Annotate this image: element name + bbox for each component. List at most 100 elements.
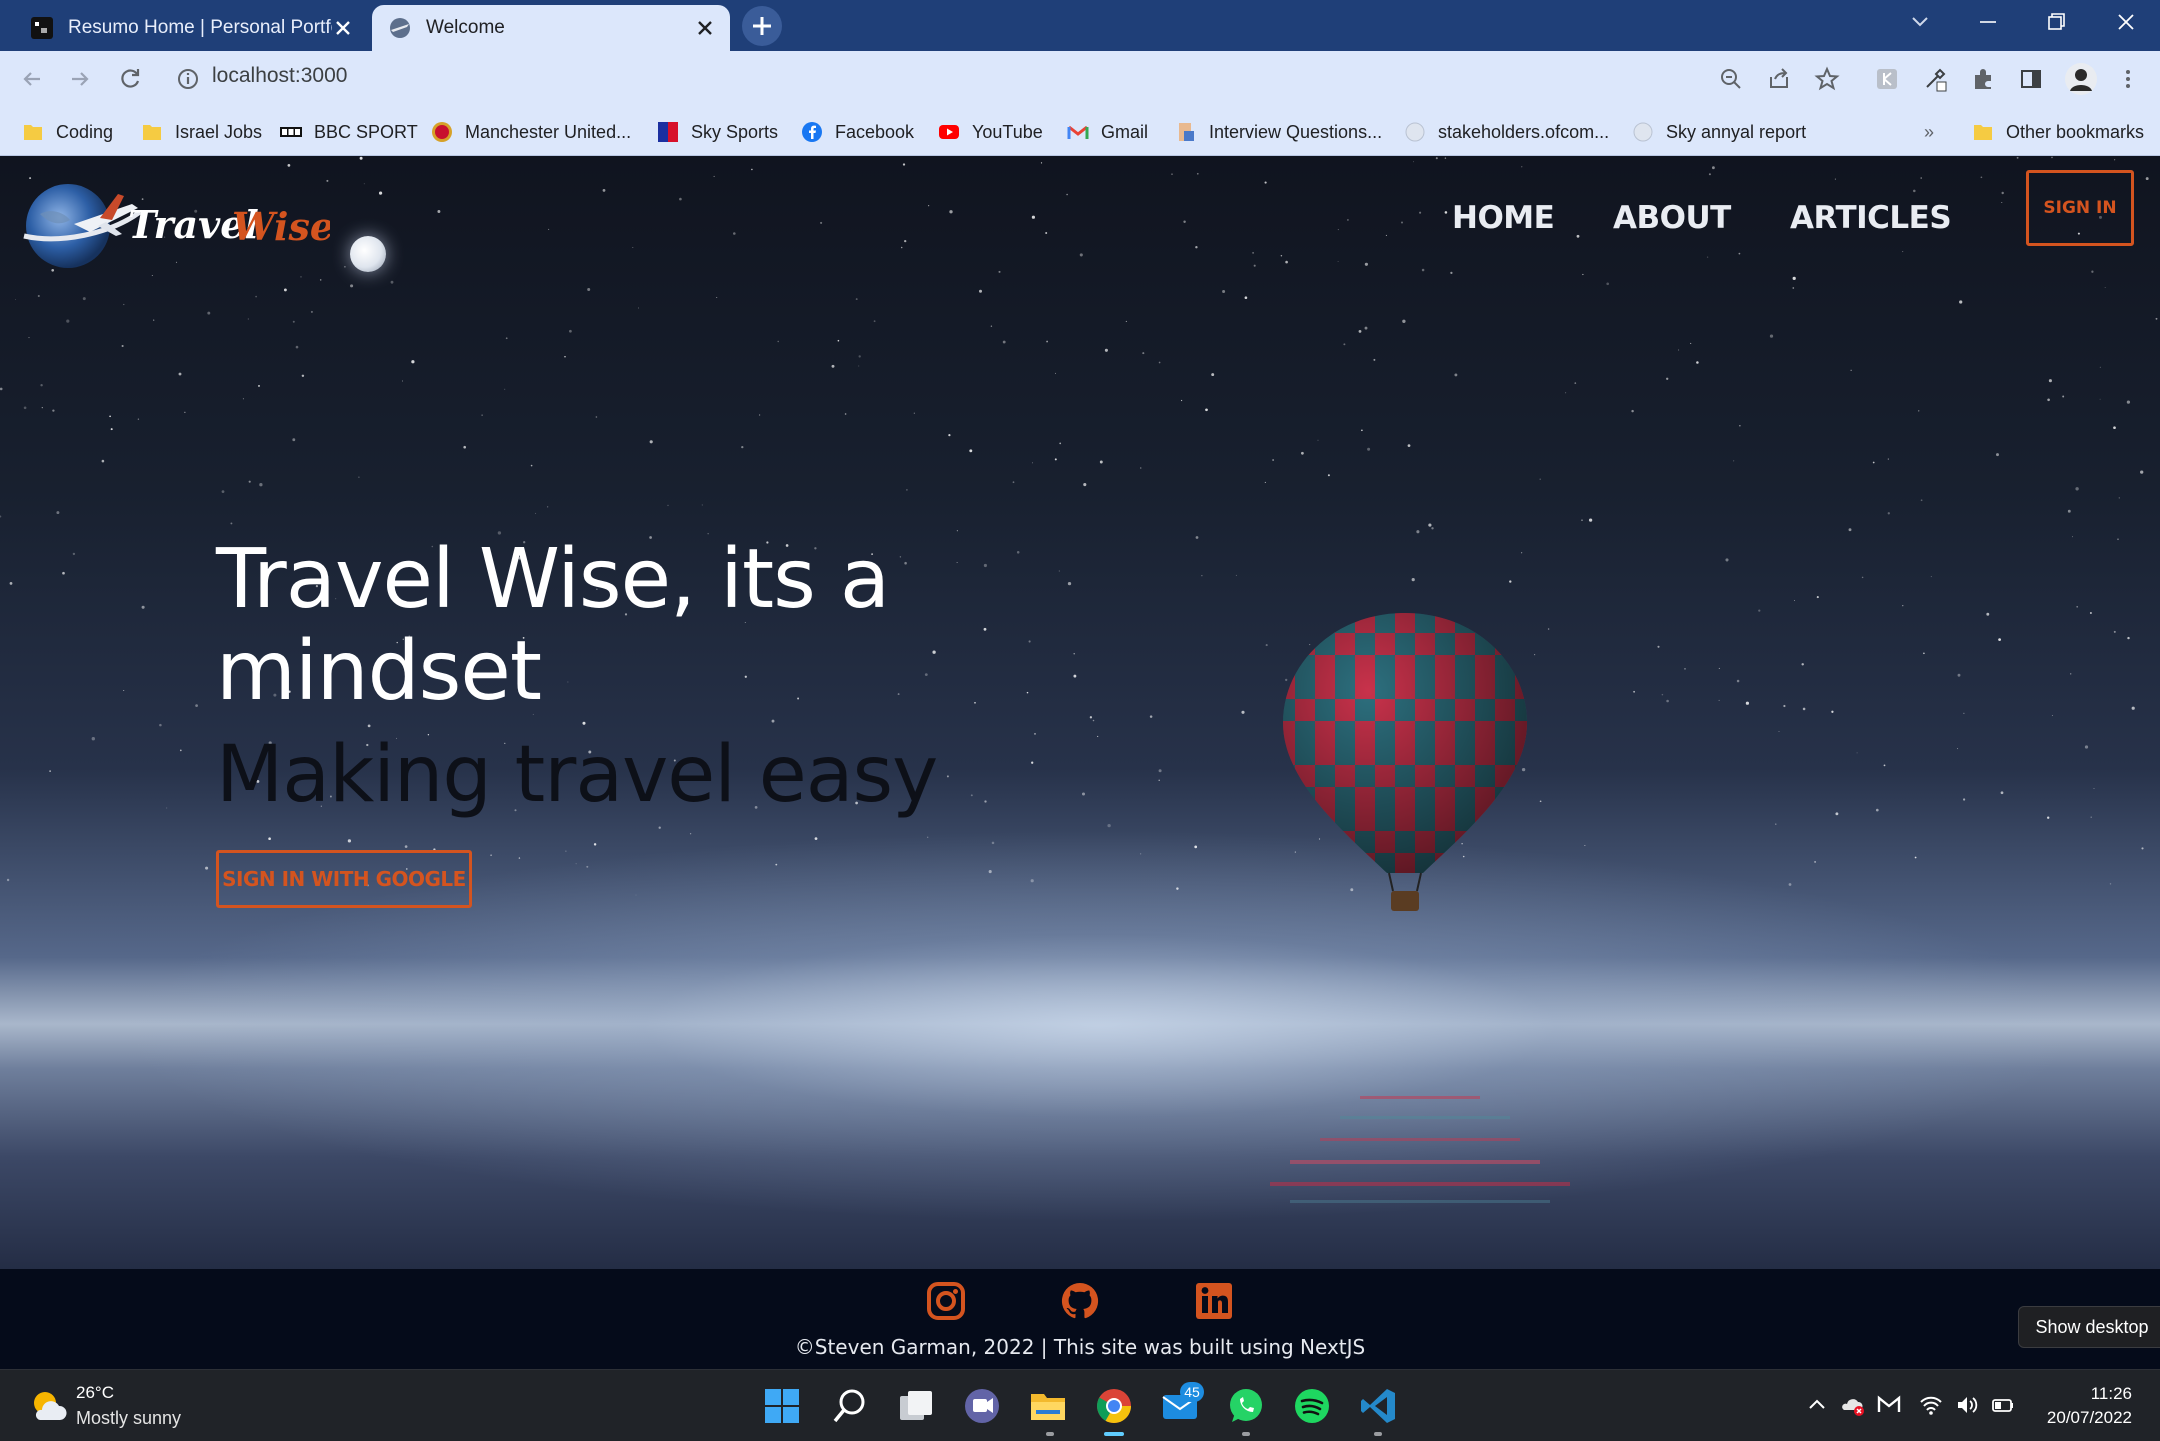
search-icon[interactable] <box>830 1386 870 1426</box>
bookmark-sky-annual-report[interactable]: Sky annyal report <box>1632 119 1806 145</box>
chrome-icon[interactable] <box>1094 1386 1134 1426</box>
globe-plane-logo-icon: Travel Wise <box>23 184 330 268</box>
task-view-icon[interactable] <box>896 1386 936 1426</box>
close-tab-icon[interactable] <box>694 17 716 39</box>
tab-resumo[interactable]: Resumo Home | Personal Portfoli <box>14 5 368 51</box>
star <box>924 673 928 676</box>
back-icon[interactable] <box>18 65 46 93</box>
star <box>949 210 953 214</box>
weather-temperature[interactable]: 26°C <box>76 1383 114 1403</box>
star <box>463 445 466 449</box>
star <box>649 440 653 444</box>
vscode-icon[interactable] <box>1358 1386 1398 1426</box>
windows-start-icon[interactable] <box>762 1386 802 1426</box>
tab-welcome[interactable]: Welcome <box>372 5 730 51</box>
zoom-icon[interactable] <box>1717 65 1745 93</box>
star <box>1631 409 1634 413</box>
bookmark-youtube[interactable]: YouTube <box>938 119 1043 145</box>
address-bar[interactable]: localhost:3000 <box>212 64 347 88</box>
star <box>1265 644 1268 647</box>
nav-home[interactable]: HOME <box>1452 200 1555 236</box>
star <box>504 388 506 390</box>
bookmark-coding[interactable]: Coding <box>22 119 113 145</box>
sign-in-with-google-button[interactable]: SIGN IN WITH GOOGLE <box>216 850 472 908</box>
nav-about[interactable]: ABOUT <box>1613 200 1731 236</box>
balloon-panel <box>1515 831 1527 853</box>
whatsapp-icon[interactable] <box>1226 1386 1266 1426</box>
more-bookmarks-button[interactable]: » <box>1924 119 1934 145</box>
youtube-icon <box>939 125 959 139</box>
balloon-panel <box>1283 787 1295 809</box>
star <box>751 168 753 171</box>
show-hidden-icons-icon[interactable] <box>1804 1392 1830 1418</box>
star <box>1083 483 1087 487</box>
star <box>1176 887 1179 890</box>
bookmark-label: YouTube <box>972 121 1043 142</box>
browser-menu-icon[interactable] <box>2114 65 2142 93</box>
star <box>1962 798 1966 801</box>
bookmark-gmail[interactable]: Gmail <box>1067 119 1148 145</box>
bookmark-israel-jobs[interactable]: Israel Jobs <box>141 119 262 145</box>
teams-chat-icon[interactable] <box>962 1386 1002 1426</box>
star <box>1222 290 1226 293</box>
minimize-icon[interactable] <box>1958 0 2018 46</box>
instagram-icon[interactable] <box>926 1281 966 1321</box>
balloon-panel <box>1315 831 1335 853</box>
tab-search-icon[interactable] <box>1890 0 1950 46</box>
travelwise-logo[interactable]: Travel Wise <box>20 174 330 274</box>
gmail-tray-icon[interactable] <box>1876 1392 1902 1418</box>
star <box>1435 157 1438 160</box>
explorer-running-indicator <box>1046 1432 1054 1436</box>
resumo-favicon-icon <box>31 17 53 39</box>
bookmark-label: Facebook <box>835 121 915 142</box>
share-icon[interactable] <box>1765 65 1793 93</box>
volume-icon[interactable] <box>1954 1392 1980 1418</box>
file-explorer-icon[interactable] <box>1028 1386 1068 1426</box>
restore-icon[interactable] <box>2026 0 2086 46</box>
bookmark-interview-questions[interactable]: Interview Questions... <box>1175 119 1382 145</box>
star <box>109 415 111 418</box>
bookmark-stakeholders-ofcom[interactable]: stakeholders.ofcom... <box>1404 119 1609 145</box>
other-bookmarks-folder[interactable]: Other bookmarks <box>1972 119 2144 145</box>
onedrive-error-icon[interactable] <box>1840 1392 1866 1418</box>
site-info-icon[interactable] <box>174 65 202 93</box>
nav-articles[interactable]: ARTICLES <box>1790 200 1952 236</box>
star <box>1158 361 1161 364</box>
star <box>1055 372 1056 374</box>
star <box>587 288 591 291</box>
extension-k-icon[interactable] <box>1873 65 1901 93</box>
weather-sun-cloud-icon[interactable] <box>28 1386 68 1426</box>
new-tab-button[interactable] <box>742 6 782 46</box>
star <box>1661 693 1664 696</box>
bookmark-sky-sports[interactable]: Sky Sports <box>657 119 778 145</box>
star <box>258 384 260 387</box>
extensions-puzzle-icon[interactable] <box>1969 65 1997 93</box>
battery-icon[interactable] <box>1990 1392 2016 1418</box>
close-window-icon[interactable] <box>2096 0 2156 46</box>
taskbar-clock-time[interactable]: 11:26 <box>2091 1384 2132 1404</box>
reload-icon[interactable] <box>116 65 144 93</box>
profile-avatar[interactable] <box>2064 62 2098 96</box>
tab-title: Welcome <box>426 17 505 38</box>
spotify-icon[interactable] <box>1292 1386 1332 1426</box>
taskbar-clock-date[interactable]: 20/07/2022 <box>2047 1408 2132 1428</box>
star <box>1089 716 1093 719</box>
bookmark-bbc-sport[interactable]: BBC SPORT <box>280 119 418 145</box>
weather-description[interactable]: Mostly sunny <box>76 1408 181 1429</box>
close-tab-icon[interactable] <box>332 17 354 39</box>
github-icon[interactable] <box>1060 1281 1100 1321</box>
star <box>6 878 10 882</box>
forward-icon[interactable] <box>66 65 94 93</box>
linkedin-icon[interactable] <box>1194 1281 1234 1321</box>
bookmark-manchester-united[interactable]: Manchester United... <box>431 119 631 145</box>
star <box>268 837 271 841</box>
star <box>1835 812 1839 816</box>
star <box>1385 234 1387 236</box>
sign-in-button[interactable]: SIGN IN <box>2026 170 2134 246</box>
side-panel-icon[interactable] <box>2017 65 2045 93</box>
star <box>359 156 363 160</box>
bookmark-facebook[interactable]: Facebook <box>801 119 914 145</box>
bookmark-star-icon[interactable] <box>1813 65 1841 93</box>
eyedropper-icon[interactable] <box>1921 65 1949 93</box>
wifi-icon[interactable] <box>1918 1392 1944 1418</box>
